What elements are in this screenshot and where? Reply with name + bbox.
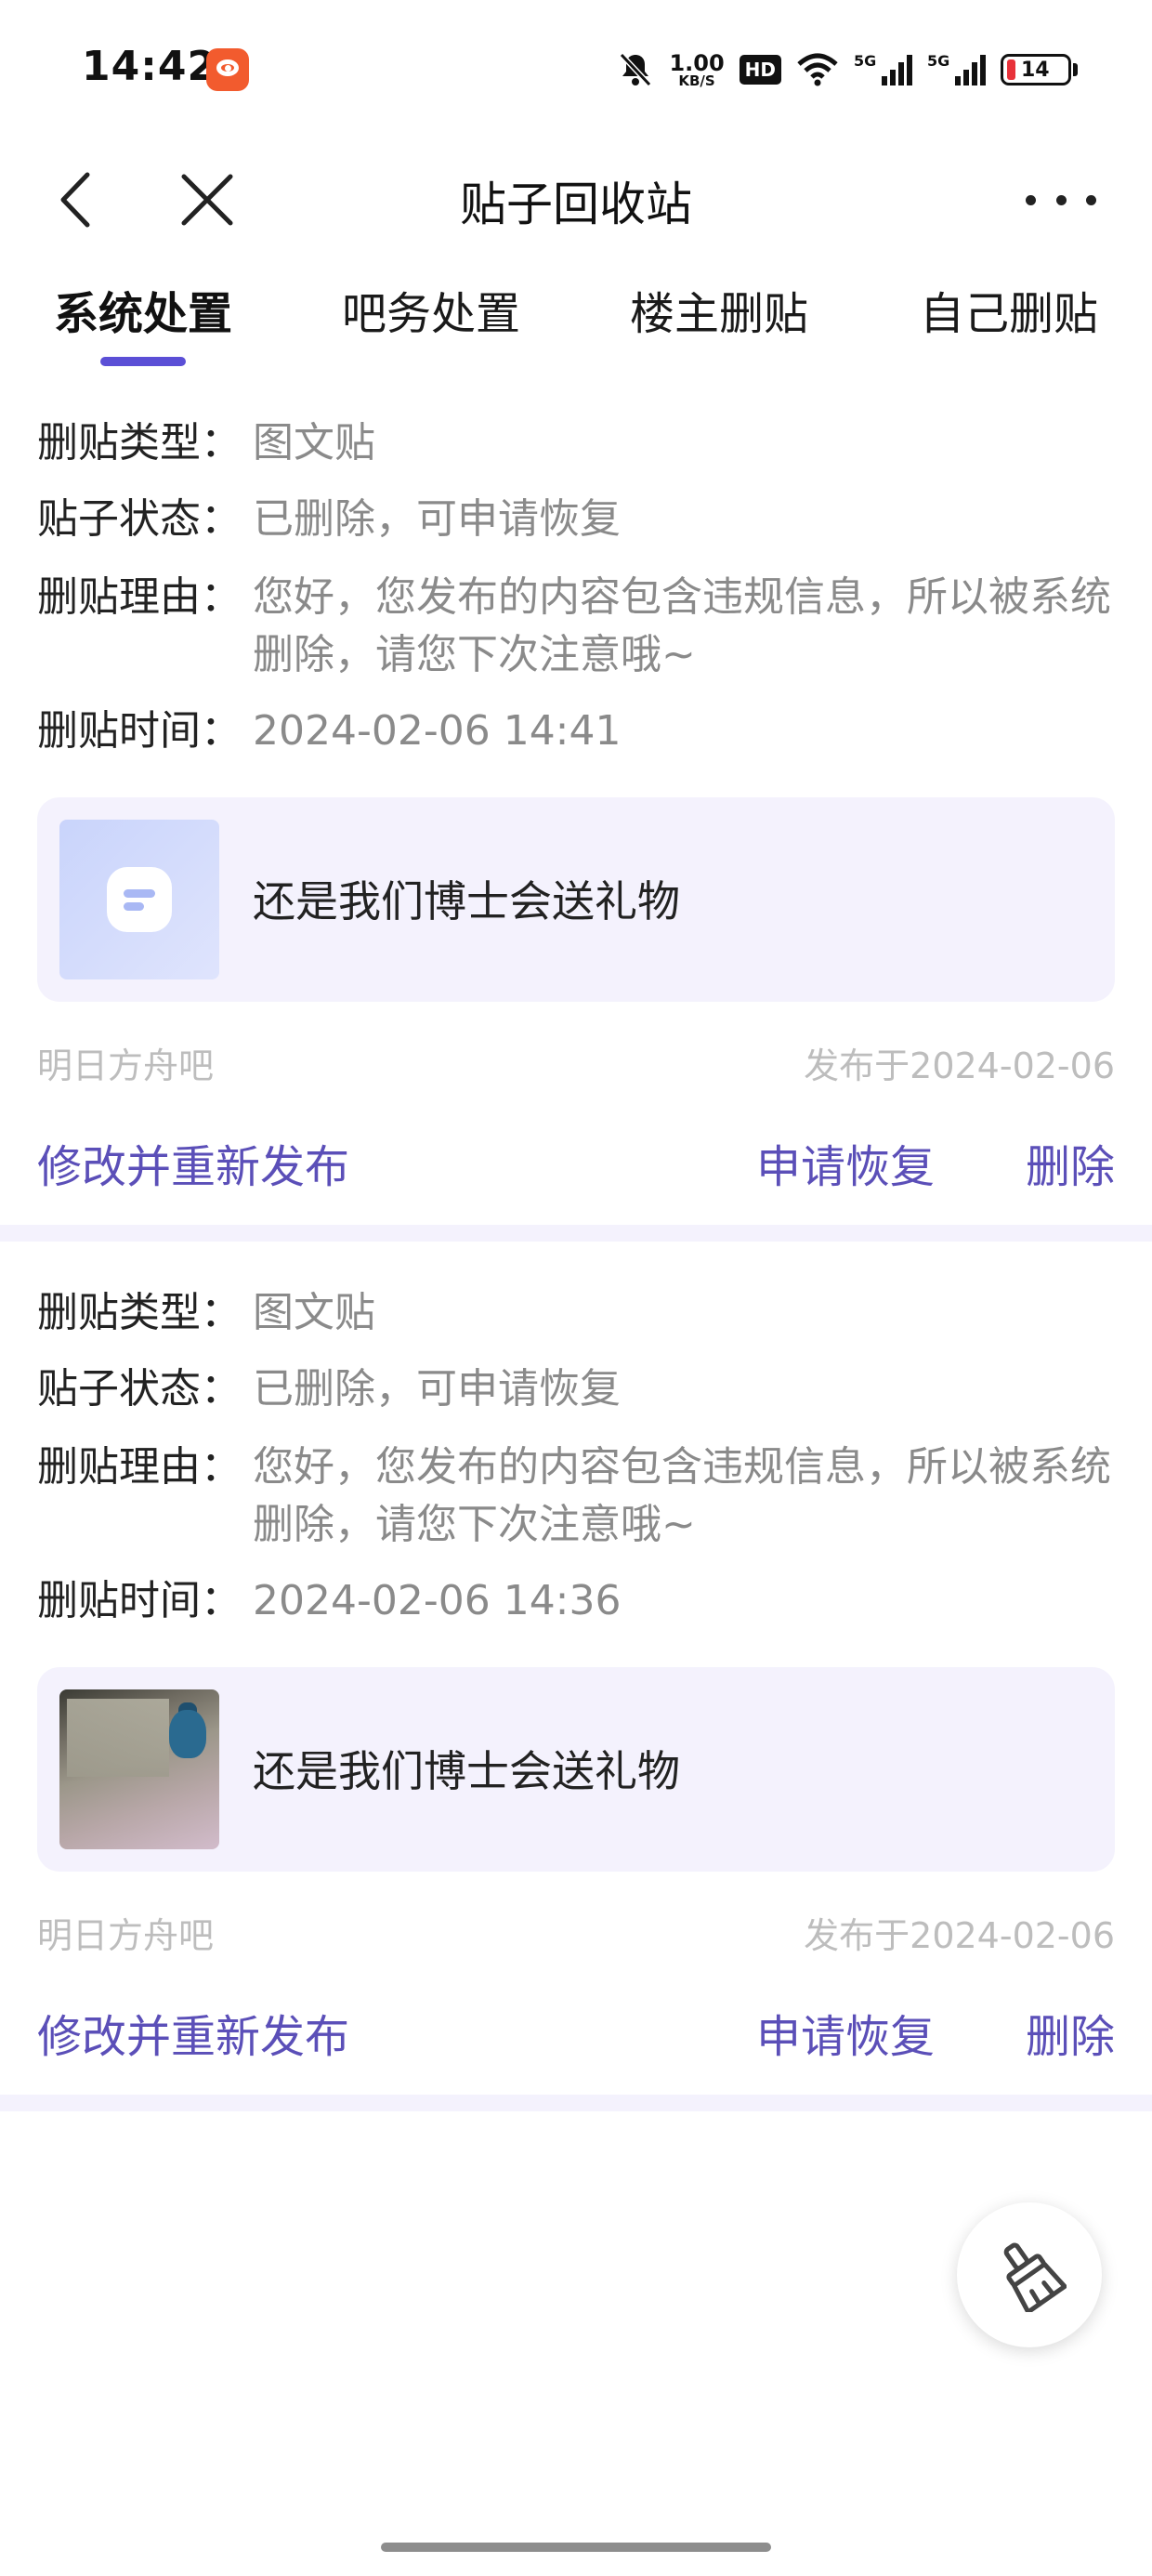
delete-time-value: 2024-02-06 14:36: [253, 1577, 622, 1624]
clean-button[interactable]: [957, 2202, 1102, 2347]
signal-icon: 5G: [854, 52, 912, 85]
delete-time-value: 2024-02-06 14:41: [253, 707, 622, 755]
post-thumbnail-image: [59, 1689, 219, 1849]
delete-time-row: 删贴时间： 2024-02-06 14:36: [37, 1572, 1115, 1630]
home-indicator[interactable]: [381, 2543, 771, 2552]
status-icons: 1.00 KB/S HD 5G 5G 14: [617, 46, 1078, 93]
tab-bar: 系统处置 吧务处置 楼主删贴 自己删贴: [0, 269, 1152, 381]
forum-name: 明日方舟吧: [37, 1915, 215, 1956]
more-dots-icon[interactable]: [1026, 177, 1096, 223]
delete-reason-row: 删贴理由： 您好，您发布的内容包含违规信息，所以被系统删除，请您下次注意哦~: [37, 569, 1115, 684]
card-divider: [0, 2095, 1152, 2111]
post-type-row: 删贴类型： 图文贴: [37, 1284, 1115, 1342]
post-type-value: 图文贴: [253, 419, 375, 467]
post-preview-card[interactable]: 还是我们博士会送礼物: [37, 797, 1115, 1002]
card-divider: [0, 1225, 1152, 1242]
battery-icon: 14: [1001, 54, 1078, 85]
request-restore-button[interactable]: 申请恢复: [756, 2000, 935, 2065]
edit-republish-button[interactable]: 修改并重新发布: [37, 2000, 349, 2065]
post-status-value: 已删除，可申请恢复: [253, 1365, 621, 1413]
post-preview-card[interactable]: 还是我们博士会送礼物: [37, 1667, 1115, 1872]
mute-bell-icon: [620, 52, 652, 87]
post-status-row: 贴子状态： 已删除，可申请恢复: [37, 1360, 1115, 1418]
tab-indicator: [100, 357, 186, 366]
post-title: 还是我们博士会送礼物: [253, 1746, 680, 1796]
request-restore-button[interactable]: 申请恢复: [756, 1130, 935, 1195]
tab-op-deleted[interactable]: 楼主删贴: [630, 277, 808, 342]
post-status-row: 贴子状态： 已删除，可申请恢复: [37, 491, 1115, 548]
recycle-bin-page: 14:42 1.00 KB/S HD 5G 5G 14 贴子回收站 系统处置 吧…: [0, 0, 1152, 2576]
delete-reason-value: 您好，您发布的内容包含违规信息，所以被系统删除，请您下次注意哦~: [253, 1443, 1111, 1548]
tab-self-deleted[interactable]: 自己删贴: [920, 277, 1098, 342]
page-title: 贴子回收站: [460, 177, 692, 231]
status-bar: 14:42 1.00 KB/S HD 5G 5G 14: [0, 0, 1152, 139]
net-speed: 1.00 KB/S: [669, 49, 725, 89]
post-type-row: 删贴类型： 图文贴: [37, 414, 1115, 472]
status-time: 14:42: [82, 43, 217, 90]
delete-reason-value: 您好，您发布的内容包含违规信息，所以被系统删除，请您下次注意哦~: [253, 573, 1111, 678]
edit-republish-button[interactable]: 修改并重新发布: [37, 1130, 349, 1195]
nav-bar: 贴子回收站: [0, 139, 1152, 251]
publish-date: 发布于2024-02-06: [804, 1045, 1115, 1086]
image-placeholder-icon: [59, 820, 219, 979]
publish-date: 发布于2024-02-06: [804, 1915, 1115, 1956]
forum-name: 明日方舟吧: [37, 1045, 215, 1086]
post-title: 还是我们博士会送礼物: [253, 876, 680, 927]
tab-moderator[interactable]: 吧务处置: [342, 277, 520, 342]
delete-time-row: 删贴时间： 2024-02-06 14:41: [37, 703, 1115, 760]
signal-icon-2: 5G: [927, 52, 986, 85]
hd-badge: HD: [739, 55, 781, 85]
post-status-value: 已删除，可申请恢复: [253, 495, 621, 543]
tab-system[interactable]: 系统处置: [54, 277, 232, 342]
weibo-app-icon: [206, 48, 249, 91]
post-type-value: 图文贴: [253, 1289, 375, 1336]
delete-reason-row: 删贴理由： 您好，您发布的内容包含违规信息，所以被系统删除，请您下次注意哦~: [37, 1439, 1115, 1554]
broom-icon: [1003, 2242, 1067, 2312]
wifi-icon: [797, 53, 838, 86]
delete-button[interactable]: 删除: [1026, 1130, 1115, 1195]
delete-button[interactable]: 删除: [1026, 2000, 1115, 2065]
